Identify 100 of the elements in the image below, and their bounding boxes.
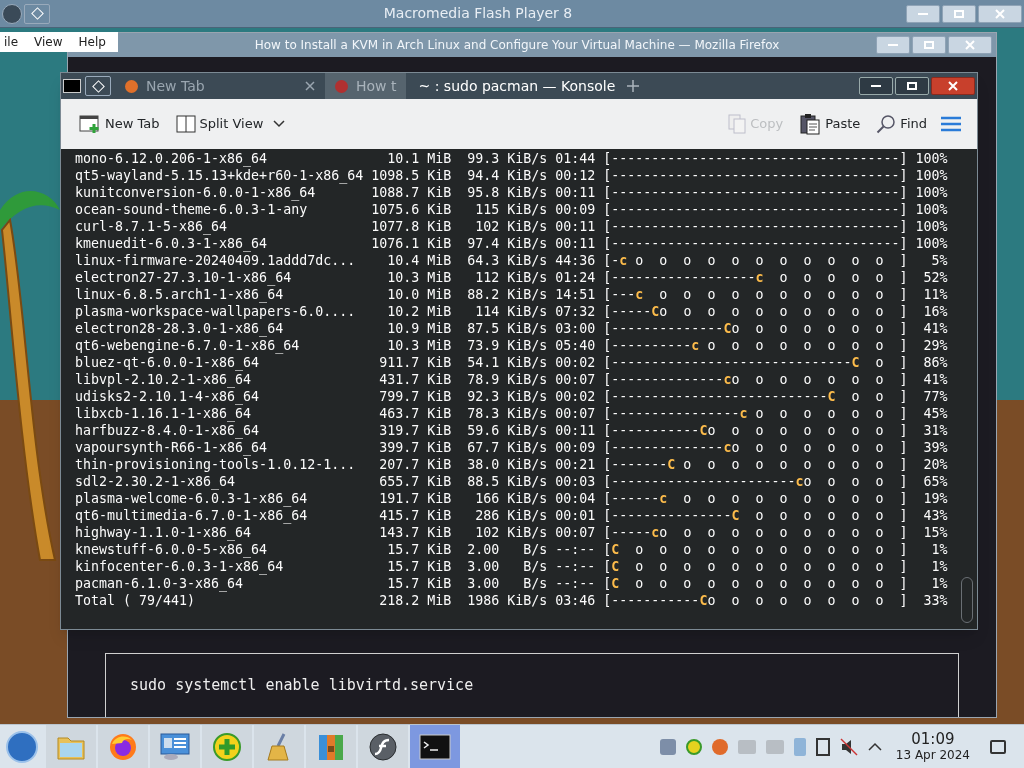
speed-text: 64.3 KiB/s (467, 252, 548, 269)
maximize-button[interactable] (895, 77, 929, 95)
percent-text: 77% (922, 388, 948, 405)
percent-text: 1% (930, 541, 948, 558)
speed-text: 102 KiB/s (474, 218, 548, 235)
size-text: 655.7 KiB (378, 473, 452, 490)
eta-text: 03:46 (555, 592, 596, 609)
size-text: 10.4 MiB (386, 252, 452, 269)
progress-bar-text: [-----------------------co o o o ] (603, 473, 908, 490)
window-title: How to Install a KVM in Arch Linux and Configure Your Virtual Machine — Mozilla Firefox (253, 37, 781, 54)
tray-stop-icon[interactable] (711, 738, 728, 755)
minimize-button[interactable] (859, 77, 893, 95)
progress-bar-text: [------------------------------------] (603, 218, 908, 235)
eta-text: 44:36 (555, 252, 596, 269)
speed-text: 88.2 KiB/s (467, 286, 548, 303)
caret-icon[interactable] (273, 120, 286, 128)
percent-text: 19% (922, 490, 948, 507)
percent-text: 1% (930, 575, 948, 592)
close-icon (995, 8, 1005, 19)
speed-text: 112 KiB/s (474, 269, 548, 286)
muted-speaker-icon[interactable] (839, 737, 858, 756)
eta-text: 00:12 (555, 167, 596, 184)
size-text: 463.7 KiB (378, 405, 452, 422)
copy-icon (728, 114, 747, 134)
speed-text: 166 KiB/s (474, 490, 548, 507)
eta-text: 00:02 (555, 354, 596, 371)
menu-item[interactable]: View (30, 33, 67, 51)
progress-bar-text: [C o o o o o o o o o o o ] (603, 575, 908, 592)
package-name: libvpl-2.10.2-1-x86_64 (75, 371, 253, 388)
show-desktop-icon[interactable] (990, 739, 1006, 754)
eta-text: 01:24 (555, 269, 596, 286)
toolbar-button[interactable]: Split View (173, 114, 266, 134)
eta-text: 00:11 (555, 422, 596, 439)
toolbar-button[interactable]: New Tab (77, 114, 162, 134)
package-name: bluez-qt-6.0.0-1-x86_64 (75, 354, 261, 371)
clock-time: 01:09 (911, 729, 955, 749)
eta-text: 00:09 (555, 439, 596, 456)
speed-text: 2.00 B/s (467, 541, 548, 558)
size-text: 218.2 MiB (378, 592, 452, 609)
progress-bar-text: [------------------------------C o ] (603, 354, 908, 371)
eta-text: 00:07 (555, 405, 596, 422)
package-name: sdl2-2.30.2-1-x86_64 (75, 473, 237, 490)
toolbar-button[interactable]: Find (874, 114, 929, 134)
speed-text: 99.3 KiB/s (467, 150, 548, 167)
speed-text: 114 KiB/s (474, 303, 548, 320)
percent-text: 41% (922, 320, 948, 337)
package-name: udisks2-2.10.1-4-x86_64 (75, 388, 261, 405)
progress-bar-text: [C o o o o o o o o o o o ] (603, 558, 908, 575)
speed-text: 3.00 B/s (467, 558, 548, 575)
eta-text: 07:32 (555, 303, 596, 320)
progress-bar-text: [-----------Co o o o o o o o ] (603, 592, 908, 609)
close-button[interactable] (978, 4, 1022, 23)
progress-bar-text: [C o o o o o o o o o o o ] (603, 541, 908, 558)
size-text: 10.3 MiB (386, 269, 452, 286)
eta-text: 00:07 (555, 371, 596, 388)
eta-text: 00:03 (555, 473, 596, 490)
speed-text: 102 KiB/s (474, 524, 548, 541)
progress-bar-text: [-----Co o o o o o o o o o ] (603, 303, 908, 320)
toolbar-button[interactable]: Paste (797, 113, 863, 135)
menu-icon[interactable] (941, 116, 961, 132)
eta-text: --:-- (555, 541, 596, 558)
size-text: 1077.8 KiB (371, 218, 452, 235)
tab-favicon (125, 79, 138, 93)
package-name: curl-8.7.1-5-x86_64 (75, 218, 229, 235)
taskbar-app[interactable] (358, 724, 408, 768)
percent-text: 39% (922, 439, 948, 456)
eta-text: --:-- (555, 575, 596, 592)
speed-text: 78.3 KiB/s (467, 405, 548, 422)
tray-plus-icon[interactable] (685, 738, 702, 755)
eta-text: 00:01 (555, 507, 596, 524)
speed-text: 59.6 KiB/s (467, 422, 548, 439)
package-name: plasma-welcome-6.0.3-1-x86_64 (75, 490, 309, 507)
eta-text: 05:40 (555, 337, 596, 354)
size-text: 1075.6 KiB (371, 201, 452, 218)
menu-item[interactable]: ile (0, 33, 23, 51)
package-name: harfbuzz-8.4.0-1-x86_64 (75, 422, 261, 439)
close-tab-icon[interactable] (305, 81, 315, 91)
split-view-icon (175, 114, 196, 134)
tab-label: How t (356, 76, 397, 96)
eta-text: 00:11 (555, 235, 596, 252)
progress-bar-text: [------------------------------------] (603, 201, 908, 218)
progress-bar-text: [---------------------------C o o ] (603, 388, 908, 405)
caret-icon[interactable] (867, 741, 882, 752)
eta-text: 00:11 (555, 184, 596, 201)
speed-text: 54.1 KiB/s (467, 354, 548, 371)
progress-bar-text: [------------------------------------] (603, 167, 908, 184)
percent-text: 11% (922, 286, 948, 303)
presentation-icon (159, 731, 191, 762)
taskbar-app[interactable] (150, 724, 200, 768)
speed-text: 38.0 KiB/s (467, 456, 548, 473)
package-name: qt5-wayland-5.15.13+kde+r60-1-x86_64 (75, 167, 364, 184)
percent-text: 41% (922, 371, 948, 388)
size-text: 431.7 KiB (378, 371, 452, 388)
taskbar-app[interactable] (410, 724, 460, 768)
speed-text: 94.4 KiB/s (467, 167, 548, 184)
close-icon (948, 81, 958, 91)
menu-item[interactable]: Help (74, 33, 110, 51)
close-button[interactable] (931, 77, 975, 95)
progress-bar-text: [-c o o o o o o o o o o o ] (603, 252, 908, 269)
package-name: libxcb-1.16.1-1-x86_64 (75, 405, 253, 422)
